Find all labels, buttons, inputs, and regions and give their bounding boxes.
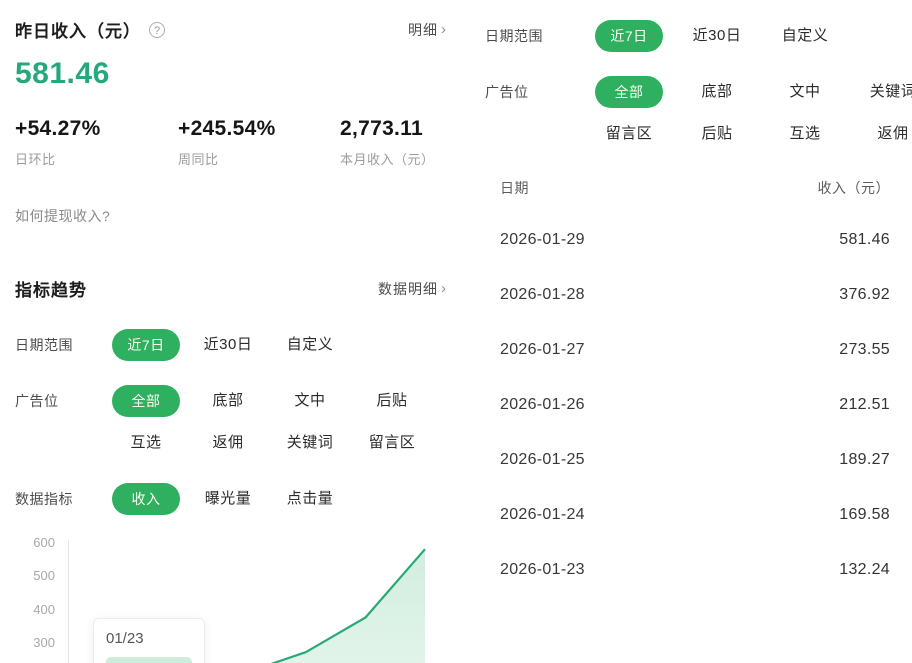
table-filter-row-1: 广告位全部 底部 文中 关键词留言区 后贴 互选 返佣 — [460, 76, 912, 150]
table-header: 日期 收入（元） — [460, 178, 912, 198]
tooltip-series-row: 132.24 — [106, 657, 192, 663]
table-filter-label-0: 日期范围 — [460, 20, 585, 52]
withdraw-help-link[interactable]: 如何提现收入? — [15, 206, 110, 226]
trend-filter-1-option-2[interactable]: 文中 — [294, 385, 325, 417]
trend-filter-0-option-0[interactable]: 近7日 — [112, 329, 180, 361]
tooltip-date: 01/23 — [106, 630, 192, 647]
trend-filter-1-option-4[interactable]: 互选 — [130, 427, 161, 459]
income-overview-panel: 昨日收入（元） ? 明细 › 581.46 +54.27% 日环比+245.54%… — [0, 0, 455, 663]
cell-income: 581.46 — [839, 231, 890, 249]
trend-filter-2-option-0[interactable]: 收入 — [112, 483, 180, 515]
trend-filter-1-option-1[interactable]: 底部 — [212, 385, 243, 417]
table-filter-1-option-7[interactable]: 返佣 — [877, 118, 908, 150]
data-detail-label: 数据明细 — [378, 279, 438, 299]
trend-filter-options-1: 全部底部 文中 后贴互选 返佣 关键词 留言区 — [105, 385, 433, 459]
trend-filter-1-option-0[interactable]: 全部 — [112, 385, 180, 417]
trend-filter-label-0: 日期范围 — [0, 329, 105, 361]
cell-income: 132.24 — [839, 561, 890, 579]
cell-income: 376.92 — [839, 286, 890, 304]
stat-2: 2,773.11 本月收入（元） — [340, 117, 435, 168]
cell-date: 2026-01-28 — [500, 286, 585, 304]
table-filter-1-option-1[interactable]: 底部 — [701, 76, 732, 108]
yesterday-income-title: 昨日收入（元） — [15, 17, 141, 42]
trend-filters: 日期范围近7日近30日 自定义广告位全部底部 文中 后贴互选 返佣 关键词 留言区数据指标收… — [0, 329, 455, 515]
cell-date: 2026-01-23 — [500, 561, 585, 579]
column-header-date: 日期 — [500, 178, 529, 198]
help-icon[interactable]: ? — [149, 22, 165, 38]
stat-label: 本月收入（元） — [340, 149, 435, 168]
trend-filter-1-option-3[interactable]: 后贴 — [376, 385, 407, 417]
cell-income: 212.51 — [839, 396, 890, 414]
table-row: 2026-01-28 376.92 — [460, 267, 912, 322]
trend-filter-row-2: 数据指标收入曝光量 点击量 — [0, 483, 455, 515]
table-filter-0-option-2[interactable]: 自定义 — [782, 20, 829, 52]
trend-filter-options-0: 近7日近30日 自定义 — [105, 329, 433, 361]
table-filter-0-option-1[interactable]: 近30日 — [693, 20, 742, 52]
stat-label: 日环比 — [15, 149, 178, 168]
table-row: 2026-01-25 189.27 — [460, 432, 912, 487]
trend-section-header: 指标趋势 数据明细 › — [0, 226, 455, 301]
cell-income: 273.55 — [839, 341, 890, 359]
table-filter-options-0: 近7日近30日 自定义 — [585, 20, 912, 52]
income-detail-label: 明细 — [408, 20, 438, 40]
stat-0: +54.27% 日环比 — [15, 117, 178, 168]
table-filter-1-option-5[interactable]: 后贴 — [701, 118, 732, 150]
data-detail-link[interactable]: 数据明细 › — [378, 279, 447, 299]
yesterday-income-amount: 581.46 — [15, 57, 455, 91]
table-filter-1-option-3[interactable]: 关键词 — [870, 76, 912, 108]
table-row: 2026-01-29 581.46 — [460, 212, 912, 267]
stat-label: 周同比 — [178, 149, 340, 168]
table-row: 2026-01-26 212.51 — [460, 377, 912, 432]
chart-tooltip: 01/23 132.24 — [93, 618, 205, 663]
trend-chart[interactable]: 600500400300 01/23 132.24 — [0, 535, 455, 663]
cell-income: 169.58 — [839, 506, 890, 524]
table-filter-label-1: 广告位 — [460, 76, 585, 108]
table-filter-1-option-0[interactable]: 全部 — [595, 76, 663, 108]
cell-date: 2026-01-29 — [500, 231, 585, 249]
stat-value: +54.27% — [15, 117, 178, 141]
trend-filter-label-2: 数据指标 — [0, 483, 105, 515]
table-filters: 日期范围近7日近30日 自定义广告位全部 底部 文中 关键词留言区 后贴 互选 返佣 — [460, 0, 912, 150]
stat-value: 2,773.11 — [340, 117, 435, 141]
trend-filter-options-2: 收入曝光量 点击量 — [105, 483, 433, 515]
chevron-right-icon: › — [441, 21, 447, 38]
trend-filter-0-option-2[interactable]: 自定义 — [287, 329, 334, 361]
yesterday-income-header: 昨日收入（元） ? 明细 › — [0, 0, 455, 42]
column-header-income: 收入（元） — [818, 178, 891, 198]
trend-filter-1-option-7[interactable]: 留言区 — [369, 427, 416, 459]
trend-filter-2-option-2[interactable]: 点击量 — [287, 483, 334, 515]
income-table: 日期 收入（元） 2026-01-29 581.46 2026-01-28 376.9… — [460, 178, 912, 597]
trend-section-title: 指标趋势 — [15, 276, 87, 301]
cell-date: 2026-01-24 — [500, 506, 585, 524]
table-row: 2026-01-24 169.58 — [460, 487, 912, 542]
trend-filter-row-1: 广告位全部底部 文中 后贴互选 返佣 关键词 留言区 — [0, 385, 455, 459]
cell-income: 189.27 — [839, 451, 890, 469]
income-area-chart — [0, 535, 455, 663]
cell-date: 2026-01-25 — [500, 451, 585, 469]
stat-1: +245.54% 周同比 — [178, 117, 340, 168]
stat-value: +245.54% — [178, 117, 340, 141]
cell-date: 2026-01-27 — [500, 341, 585, 359]
trend-filter-label-1: 广告位 — [0, 385, 105, 417]
chevron-right-icon: › — [441, 280, 447, 297]
trend-filter-1-option-5[interactable]: 返佣 — [212, 427, 243, 459]
table-row: 2026-01-23 132.24 — [460, 542, 912, 597]
table-body: 2026-01-29581.462026-01-28376.922026-01-… — [460, 212, 912, 597]
trend-filter-row-0: 日期范围近7日近30日 自定义 — [0, 329, 455, 361]
income-stats-row: +54.27% 日环比+245.54% 周同比2,773.11 本月收入（元） — [15, 117, 455, 168]
table-filter-options-1: 全部 底部 文中 关键词留言区 后贴 互选 返佣 — [585, 76, 912, 150]
table-filter-row-0: 日期范围近7日近30日 自定义 — [460, 20, 912, 52]
table-filter-0-option-0[interactable]: 近7日 — [595, 20, 663, 52]
table-row: 2026-01-27 273.55 — [460, 322, 912, 377]
table-filter-1-option-4[interactable]: 留言区 — [606, 118, 653, 150]
table-filter-1-option-2[interactable]: 文中 — [789, 76, 820, 108]
trend-filter-0-option-1[interactable]: 近30日 — [204, 329, 253, 361]
trend-filter-2-option-1[interactable]: 曝光量 — [205, 483, 252, 515]
income-detail-link[interactable]: 明细 › — [408, 20, 447, 40]
income-table-panel: 日期范围近7日近30日 自定义广告位全部 底部 文中 关键词留言区 后贴 互选 返佣 日期 收… — [460, 0, 912, 663]
table-filter-1-option-6[interactable]: 互选 — [789, 118, 820, 150]
trend-filter-1-option-6[interactable]: 关键词 — [287, 427, 334, 459]
cell-date: 2026-01-26 — [500, 396, 585, 414]
